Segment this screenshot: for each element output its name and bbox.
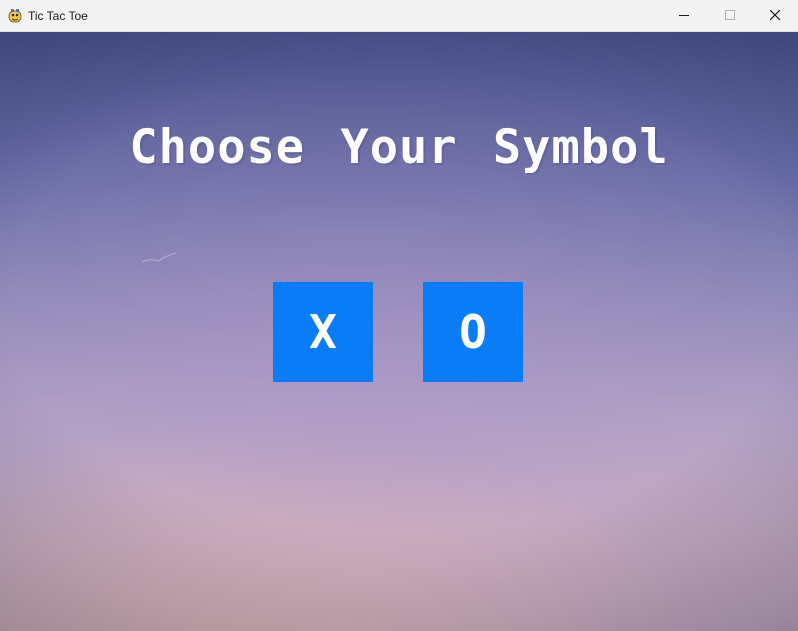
window-title: Tic Tac Toe bbox=[28, 9, 88, 23]
python-snake-icon bbox=[8, 9, 22, 23]
maximize-icon bbox=[725, 10, 735, 20]
close-icon bbox=[770, 10, 781, 21]
close-button[interactable] bbox=[752, 0, 798, 31]
minimize-button[interactable] bbox=[661, 0, 707, 31]
game-canvas: Choose Your Symbol X O bbox=[0, 32, 798, 631]
maximize-button[interactable] bbox=[707, 0, 753, 31]
bird-silhouette bbox=[142, 252, 177, 263]
app-window: Tic Tac Toe Choose Your Symbol X O bbox=[0, 0, 798, 631]
choose-symbol-heading: Choose Your Symbol bbox=[129, 120, 669, 175]
title-bar[interactable]: Tic Tac Toe bbox=[0, 0, 798, 32]
choose-x-button[interactable]: X bbox=[273, 282, 373, 382]
minimize-icon bbox=[679, 15, 689, 16]
choose-o-button[interactable]: O bbox=[423, 282, 523, 382]
